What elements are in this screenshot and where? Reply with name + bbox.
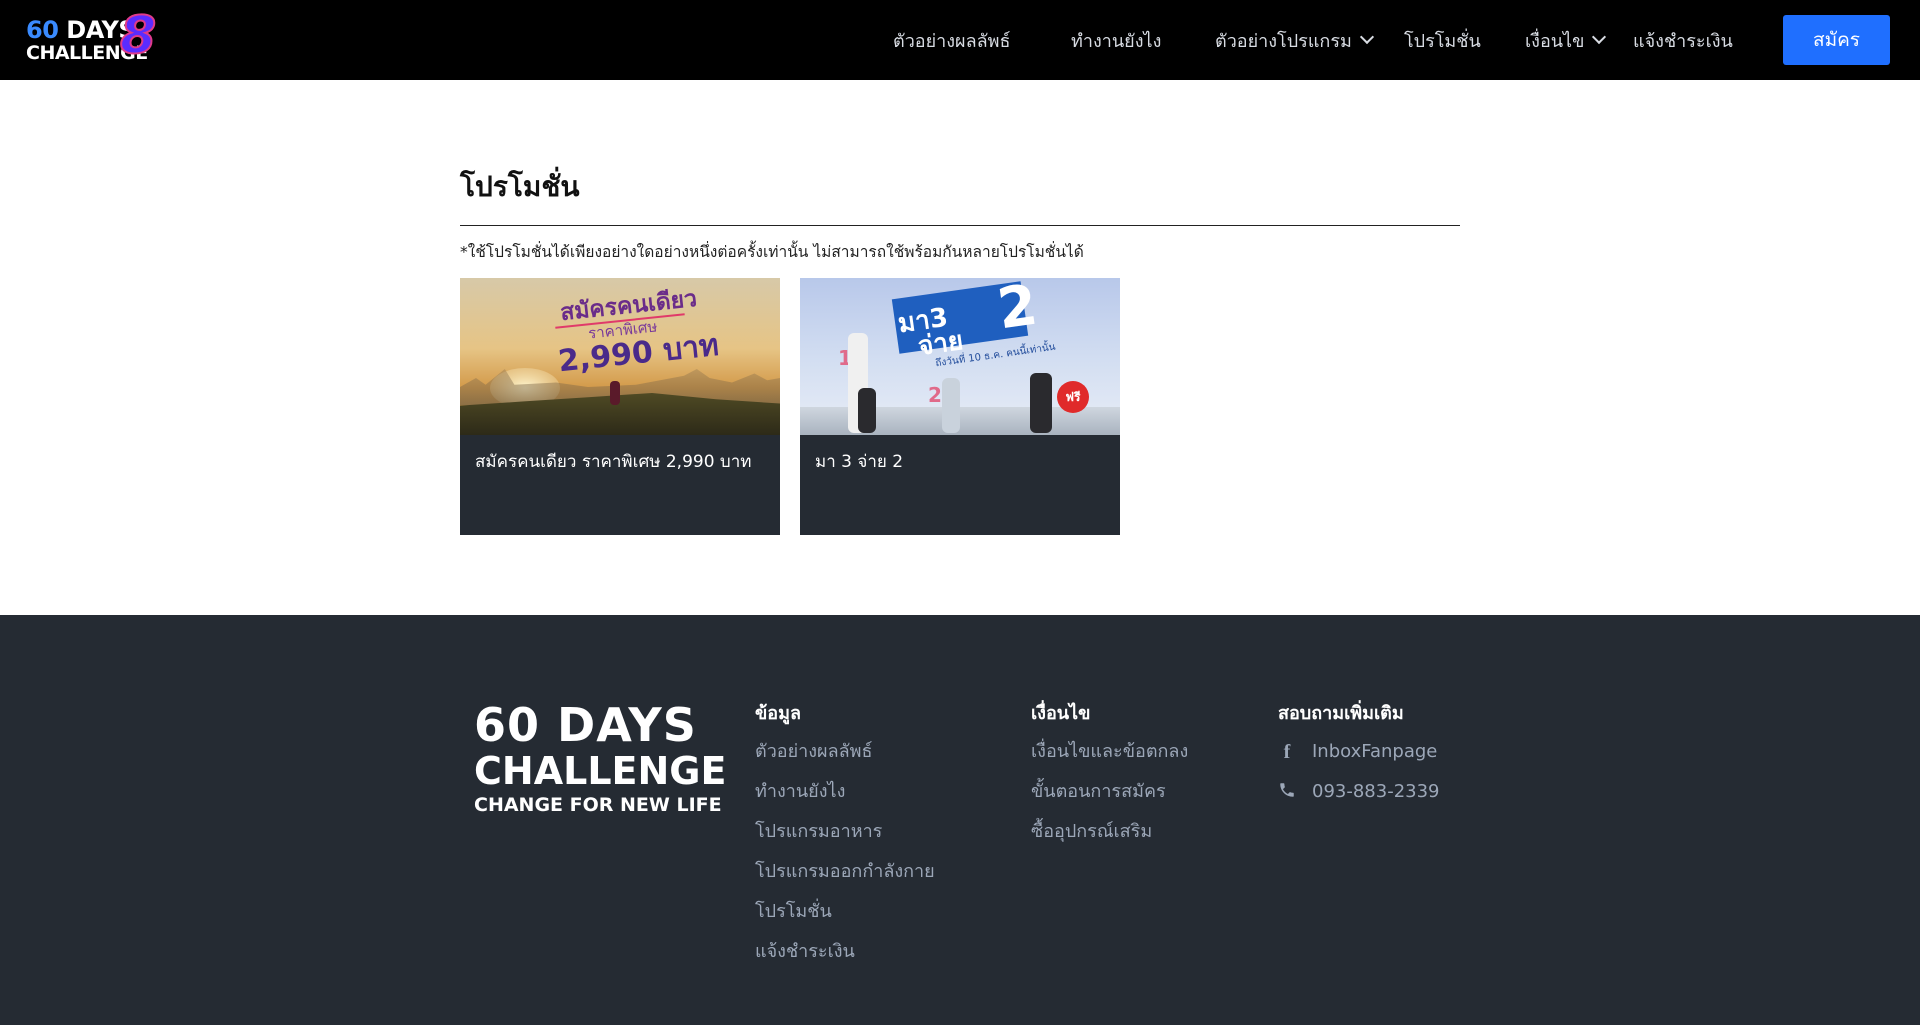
site-footer: 60 DAYS CHALLENGE CHANGE FOR NEW LIFE ข้… [0,615,1920,1025]
runner-figure [942,378,960,433]
footer-link-how-it-works[interactable]: ทำงานยังไง [755,772,935,812]
footer-heading-contact: สอบถามเพิ่มเติม [1278,703,1404,724]
footer-link-food-program[interactable]: โปรแกรมอาหาร [755,812,935,852]
footer-heading-conditions: เงื่อนไข [1031,703,1091,724]
footer-column-contact: สอบถามเพิ่มเติม f InboxFanpage 093-883-2… [1278,698,1440,812]
phone-icon [1278,772,1296,812]
footer-link-phone[interactable]: 093-883-2339 [1278,772,1440,812]
promotion-card-caption[interactable]: สมัครคนเดียว ราคาพิเศษ 2,990 บาท [475,448,751,475]
chevron-down-icon [1359,29,1374,45]
runner-figure [610,381,620,405]
footer-link-exercise-program[interactable]: โปรแกรมออกกำลังกาย [755,852,935,892]
logo-number: 8 [119,6,157,66]
nav-item-promotion[interactable]: โปรโมชั่น [1404,0,1481,80]
promotion-card-caption[interactable]: มา 3 จ่าย 2 [815,448,903,475]
site-logo[interactable]: 60 DAYS CHALLENGE 8 [24,9,164,66]
promotion-card-3for2[interactable]: มา3 จ่าย 2 ถึงวันที่ 10 ธ.ค. คนนี้เท่านั… [800,278,1120,535]
chevron-down-icon [1592,29,1607,45]
page-title: โปรโมชั่น [460,170,580,203]
footer-logo[interactable]: 60 DAYS CHALLENGE CHANGE FOR NEW LIFE [474,701,726,817]
promotion-card-single[interactable]: สมัครคนเดียว ราคาพิเศษ 2,990 บาท สมัครคน… [460,278,780,535]
runner-figure [1030,373,1052,433]
nav-item-payment[interactable]: แจ้งชำระเงิน [1633,0,1733,80]
signup-button[interactable]: สมัคร [1783,15,1890,65]
footer-link-results[interactable]: ตัวอย่างผลลัพธ์ [755,732,935,772]
facebook-icon: f [1283,741,1291,763]
footer-column-info: ข้อมูล ตัวอย่างผลลัพธ์ ทำงานยังไง โปรแกร… [755,698,935,972]
footer-column-conditions: เงื่อนไข เงื่อนไขและข้อตกลง ขั้นตอนการสม… [1031,698,1188,852]
footer-link-signup-steps[interactable]: ขั้นตอนการสมัคร [1031,772,1188,812]
footer-link-facebook[interactable]: f InboxFanpage [1278,732,1440,772]
promotion-image-single[interactable]: สมัครคนเดียว ราคาพิเศษ 2,990 บาท [460,278,780,435]
footer-link-payment[interactable]: แจ้งชำระเงิน [755,932,935,972]
title-divider [460,225,1460,226]
logo-line1: 60 DAYS [26,16,136,44]
footer-link-accessories[interactable]: ซื้ออุปกรณ์เสริม [1031,812,1188,852]
promotion-image-3for2[interactable]: มา3 จ่าย 2 ถึงวันที่ 10 ธ.ค. คนนี้เท่านั… [800,278,1120,435]
footer-heading-info: ข้อมูล [755,703,802,724]
site-header: 60 DAYS CHALLENGE 8 ตัวอย่างผลลัพธ์ ทำงา… [0,0,1920,80]
promotion-note: *ใช้โปรโมชั่นได้เพียงอย่างใดอย่างหนึ่งต่… [460,243,1084,261]
nav-item-how-it-works[interactable]: ทำงานยังไง [1071,0,1161,80]
nav-item-conditions[interactable]: เงื่อนไข [1525,0,1607,80]
footer-link-terms[interactable]: เงื่อนไขและข้อตกลง [1031,732,1188,772]
free-badge: ฟรี [1057,381,1089,413]
footer-link-promotion[interactable]: โปรโมชั่น [755,892,935,932]
nav-item-sample-program[interactable]: ตัวอย่างโปรแกรม [1215,0,1374,80]
nav-item-results[interactable]: ตัวอย่างผลลัพธ์ [893,0,1011,80]
